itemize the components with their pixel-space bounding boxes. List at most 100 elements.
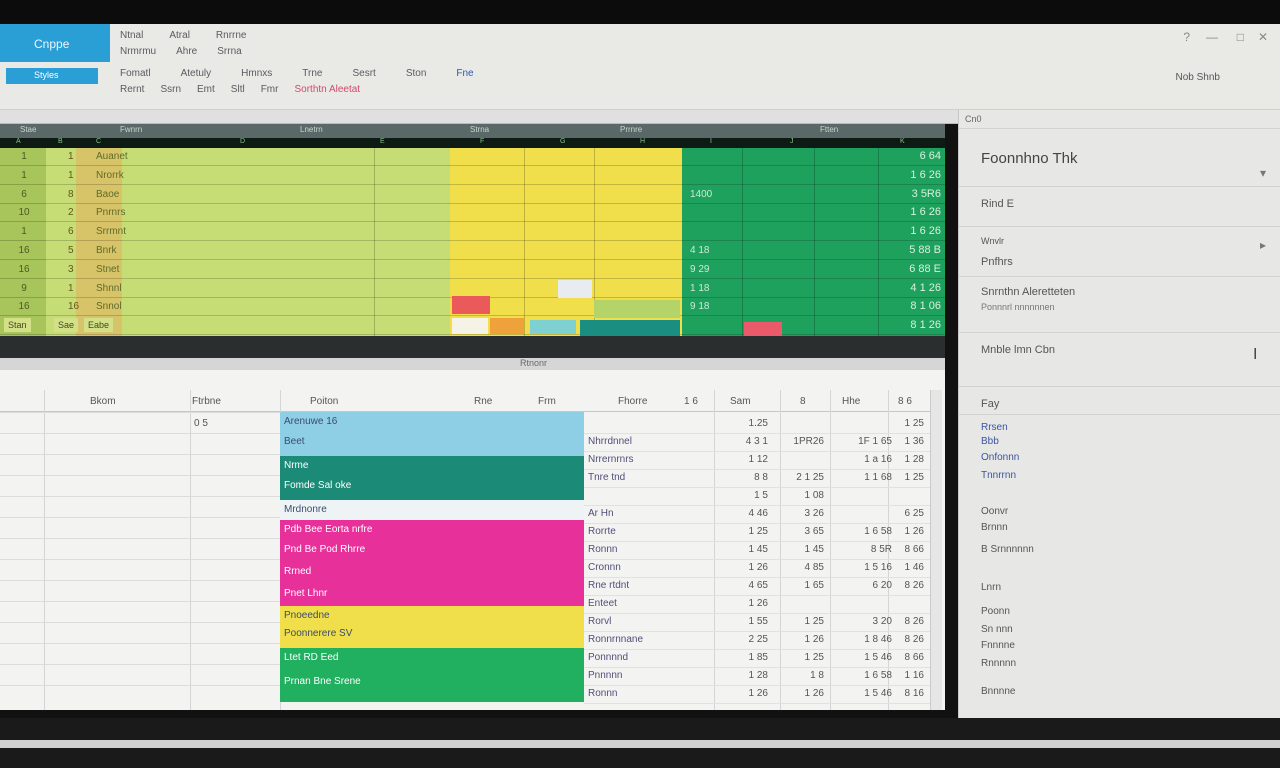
- ribbon-button[interactable]: Fmr: [261, 84, 279, 95]
- header-cell[interactable]: Ftrbne: [192, 396, 221, 407]
- cell-value[interactable]: 8: [68, 189, 74, 200]
- cell-value[interactable]: 8 5R: [846, 544, 892, 555]
- cell-value[interactable]: 3 65: [784, 526, 824, 537]
- panel-item[interactable]: Snrnthn Aleretteten: [981, 286, 1075, 298]
- cell-value[interactable]: 3 26: [784, 508, 824, 519]
- cell-value[interactable]: 1 25: [784, 652, 824, 663]
- home-tab[interactable]: Cnppe: [0, 24, 110, 62]
- header-cell[interactable]: Sam: [730, 396, 751, 407]
- ribbon-button[interactable]: Sesrt: [352, 68, 375, 79]
- panel-item[interactable]: Mnble lmn Cbn: [981, 344, 1055, 356]
- row-number[interactable]: 16: [4, 301, 44, 312]
- row-label[interactable]: Srrmnt: [96, 226, 126, 237]
- color-band-cell[interactable]: Prnan Bne Srene: [280, 672, 584, 702]
- panel-item[interactable]: B Srnnnnnn: [981, 544, 1034, 555]
- row-number[interactable]: 9: [4, 283, 44, 294]
- cell-value[interactable]: 1 25: [734, 526, 768, 537]
- header-cell[interactable]: Fwnrn: [120, 125, 142, 134]
- styles-tab[interactable]: Styles: [6, 68, 98, 84]
- cell-value[interactable]: 1 26: [784, 634, 824, 645]
- header-cell[interactable]: Fhorre: [618, 396, 647, 407]
- cell-value[interactable]: 6 20: [846, 580, 892, 591]
- column-header[interactable]: D: [240, 138, 245, 145]
- cell-value[interactable]: 1 5: [734, 490, 768, 501]
- row-label[interactable]: Pnnnnn: [588, 670, 622, 681]
- panel-item[interactable]: Brnnn: [981, 522, 1008, 533]
- cell-value[interactable]: 1 85: [734, 652, 768, 663]
- header-cell[interactable]: 1 6: [684, 396, 698, 407]
- cell-value[interactable]: 4 1 26: [871, 282, 941, 294]
- color-band-cell[interactable]: Mrdnonre: [280, 500, 584, 520]
- cell-value[interactable]: 8 66: [894, 544, 924, 555]
- ribbon-button[interactable]: Ahre: [176, 46, 197, 57]
- cell-value[interactable]: 1 26: [734, 562, 768, 573]
- row-number[interactable]: 16: [4, 245, 44, 256]
- teal-cell[interactable]: [580, 320, 680, 336]
- cell-value[interactable]: 1 55: [734, 616, 768, 627]
- ribbon-button[interactable]: Ssrn: [160, 84, 181, 95]
- column-header[interactable]: G: [560, 138, 565, 145]
- cell-value[interactable]: 1 6 58: [846, 670, 892, 681]
- header-cell[interactable]: Rne: [474, 396, 492, 407]
- ribbon-button[interactable]: Fomatl: [120, 68, 151, 79]
- cell-value[interactable]: 4 65: [734, 580, 768, 591]
- cell-value[interactable]: 6: [68, 226, 74, 237]
- sheet-row[interactable]: 16 5 Bnrk 4 18 5 88 B: [0, 242, 945, 260]
- ribbon-right-label[interactable]: Nob Shnb: [1176, 72, 1220, 83]
- table-row[interactable]: Enteet 1 26: [584, 594, 930, 614]
- cell-value[interactable]: 1.25: [734, 418, 768, 429]
- footer-label[interactable]: Stan: [4, 318, 31, 332]
- cell-value[interactable]: 8 26: [894, 580, 924, 591]
- column-header[interactable]: B: [58, 138, 63, 145]
- table-row[interactable]: Nrrernrnrs 1 12 1 a 16 1 28: [584, 450, 930, 470]
- white-cell[interactable]: [558, 280, 592, 298]
- row-label[interactable]: Bnrk: [96, 245, 117, 256]
- row-label[interactable]: Pnrnrs: [96, 207, 125, 218]
- panel-item[interactable]: Ponnnrl nnnnnnen: [981, 302, 1055, 312]
- header-cell[interactable]: Lnetrn: [300, 125, 323, 134]
- cell-value[interactable]: 1 8: [784, 670, 824, 681]
- panel-item[interactable]: Oonvr: [981, 506, 1008, 517]
- table-row[interactable]: Pnnnnn 1 28 1 8 1 6 58 1 16: [584, 666, 930, 686]
- cell-value[interactable]: 1 08: [784, 490, 824, 501]
- cell-value[interactable]: 1400: [690, 189, 712, 200]
- cell-value[interactable]: 2: [68, 207, 74, 218]
- red-cell[interactable]: [744, 322, 782, 336]
- cell-value[interactable]: 1 16: [894, 670, 924, 681]
- ribbon-button[interactable]: Rnrrne: [216, 30, 247, 41]
- panel-item[interactable]: Lnrn: [981, 582, 1001, 593]
- row-label[interactable]: Nhrrdnnel: [588, 436, 632, 447]
- table-row[interactable]: 1.25 1 25: [584, 414, 930, 434]
- ribbon-button[interactable]: Rernt: [120, 84, 144, 95]
- row-number[interactable]: 6: [4, 189, 44, 200]
- cell-value[interactable]: 1 45: [784, 544, 824, 555]
- sheet-row[interactable]: 10 2 Pnrnrs 1 6 26: [0, 204, 945, 223]
- color-band-cell[interactable]: Poonnerere SV: [280, 624, 584, 648]
- cell-value[interactable]: 1 28: [894, 454, 924, 465]
- cell-value[interactable]: 1: [68, 283, 74, 294]
- table-row[interactable]: Nhrrdnnel 4 3 1 1PR26 1F 1 65 1 36: [584, 432, 930, 452]
- color-band-cell[interactable]: Ltet RD Eed: [280, 648, 584, 672]
- help-icon[interactable]: ?: [1183, 30, 1190, 44]
- panel-link[interactable]: Rrsen: [981, 422, 1008, 433]
- ribbon-button[interactable]: Fne: [456, 68, 473, 79]
- formula-bar[interactable]: [0, 110, 958, 124]
- ribbon-button[interactable]: Ntnal: [120, 30, 143, 41]
- table-row[interactable]: Rne rtdnt 4 65 1 65 6 20 8 26: [584, 576, 930, 596]
- cell-value[interactable]: 3 5R6: [871, 188, 941, 200]
- row-number[interactable]: 1: [4, 151, 44, 162]
- cell-value[interactable]: 6 88 E: [871, 263, 941, 275]
- cell-value[interactable]: 1 6 26: [871, 206, 941, 218]
- table-row[interactable]: Cronnn 1 26 4 85 1 5 16 1 46: [584, 558, 930, 578]
- footer-label[interactable]: Eabe: [84, 318, 114, 332]
- cell-value[interactable]: 4 46: [734, 508, 768, 519]
- cell-value[interactable]: 1 65: [784, 580, 824, 591]
- row-label[interactable]: Nrorrk: [96, 170, 124, 181]
- column-header[interactable]: F: [480, 138, 484, 145]
- column-header[interactable]: H: [640, 138, 645, 145]
- sheet-row[interactable]: 16 3 Stnet 9 29 6 88 E: [0, 261, 945, 279]
- color-band-cell[interactable]: Pnoeedne: [280, 606, 584, 624]
- row-number[interactable]: 10: [4, 207, 44, 218]
- ribbon-button[interactable]: Hmnxs: [241, 68, 272, 79]
- cell-value[interactable]: 3: [68, 264, 74, 275]
